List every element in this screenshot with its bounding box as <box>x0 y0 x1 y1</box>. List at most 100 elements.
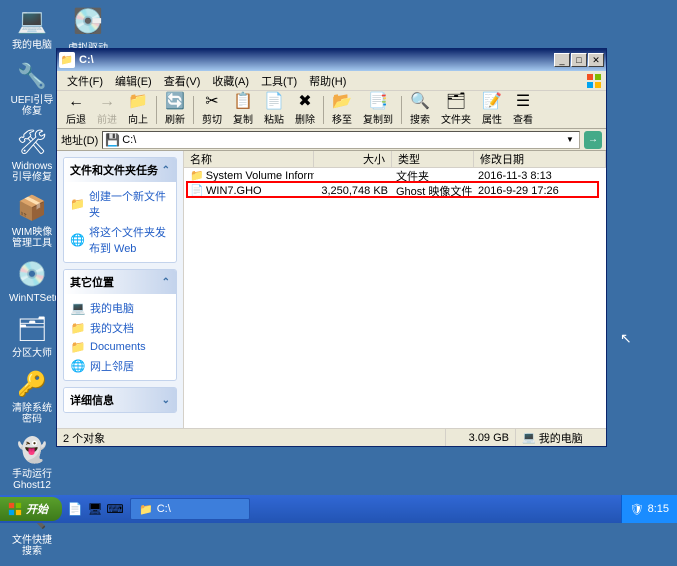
address-input[interactable] <box>122 134 563 146</box>
toolbar-icon: 📄 <box>264 93 284 111</box>
panel-header-places[interactable]: 其它位置 ⌃ <box>64 270 176 294</box>
toolbar-查看[interactable]: ☰查看 <box>508 90 538 129</box>
column-name[interactable]: 名称 <box>184 151 314 167</box>
panel-header-tasks[interactable]: 文件和文件夹任务 ⌃ <box>64 158 176 182</box>
column-headers: 名称 大小 类型 修改日期 <box>184 151 606 168</box>
link-icon: 🌐 <box>70 359 86 373</box>
folder-icon: 📁 <box>59 52 75 68</box>
start-button[interactable]: 开始 <box>0 497 62 521</box>
chevron-up-icon: ⌃ <box>162 277 170 288</box>
windows-flag-icon <box>8 502 22 516</box>
toolbar-属性[interactable]: 📝属性 <box>477 90 507 129</box>
chevron-up-icon: ⌃ <box>162 165 170 176</box>
ql-icon[interactable]: 🖥 <box>86 500 104 518</box>
mouse-cursor-icon: ↖ <box>620 330 632 347</box>
folder-icon: 📁 <box>139 503 153 516</box>
toolbar-icon: 🔄 <box>165 93 185 111</box>
windows-logo-icon <box>586 73 602 89</box>
taskbar-button-explorer[interactable]: 📁 C:\ <box>130 498 250 520</box>
column-size[interactable]: 大小 <box>314 151 392 167</box>
toolbar: ←后退→前进📁向上🔄刷新✂剪切📋复制📄粘贴✖删除📂移至📑复制到🔍搜索🗂文件夹📝属… <box>57 91 606 129</box>
app-icon: 💿 <box>16 258 48 290</box>
desktop-icon[interactable]: 💿WinNTSetup <box>8 258 56 305</box>
chevron-down-icon: ⌄ <box>162 395 170 406</box>
file-row[interactable]: 📄WIN7.GHO3,250,748 KBGhost 映像文件2016-9-29… <box>184 183 606 198</box>
address-label: 地址(D) <box>61 132 98 148</box>
ql-icon[interactable]: 📄 <box>66 500 84 518</box>
tray-icon[interactable]: 🛡 <box>630 503 644 516</box>
toolbar-icon: ☰ <box>516 93 530 111</box>
panel-link[interactable]: 📁我的文档 <box>70 318 170 338</box>
panel-link[interactable]: 📁Documents <box>70 338 170 356</box>
toolbar-icon: 📑 <box>368 93 388 111</box>
drive-icon: 💾 <box>105 133 120 147</box>
menubar: 文件(F)编辑(E)查看(V)收藏(A)工具(T)帮助(H) <box>57 71 606 91</box>
panel-link[interactable]: 📁创建一个新文件夹 <box>70 186 170 222</box>
toolbar-文件夹[interactable]: 🗂文件夹 <box>436 90 476 129</box>
panel-link[interactable]: 🌐将这个文件夹发布到 Web <box>70 222 170 258</box>
toolbar-icon: 📋 <box>233 93 253 111</box>
toolbar-删除[interactable]: ✖删除 <box>290 90 320 129</box>
toolbar-icon: 📝 <box>482 93 502 111</box>
titlebar[interactable]: 📁 C:\ _ □ ✕ <box>57 49 606 71</box>
menu-item[interactable]: 帮助(H) <box>303 71 352 91</box>
link-icon: 📁 <box>70 197 85 211</box>
toolbar-icon: ← <box>68 93 84 111</box>
system-tray[interactable]: 🛡 8:15 <box>621 495 677 523</box>
panel-link[interactable]: 💻我的电脑 <box>70 298 170 318</box>
desktop-icon[interactable]: 🛠Widnows引导修复 <box>8 126 56 184</box>
panel-header-details[interactable]: 详细信息 ⌄ <box>64 388 176 412</box>
maximize-button[interactable]: □ <box>571 53 587 67</box>
task-pane: 文件和文件夹任务 ⌃ 📁创建一个新文件夹🌐将这个文件夹发布到 Web 其它位置 … <box>57 151 184 428</box>
menu-item[interactable]: 编辑(E) <box>109 71 158 91</box>
addressbar: 地址(D) 💾 ▼ → <box>57 129 606 151</box>
column-date[interactable]: 修改日期 <box>474 151 606 167</box>
toolbar-移至[interactable]: 📂移至 <box>327 90 357 129</box>
taskbar: 开始 📄 🖥 ⌨ 📁 C:\ 🛡 8:15 <box>0 495 677 523</box>
menu-item[interactable]: 工具(T) <box>255 71 303 91</box>
panel-link[interactable]: 🌐网上邻居 <box>70 356 170 376</box>
desktop-icon[interactable]: 👻手动运行Ghost12 <box>8 434 56 492</box>
app-icon: 🔑 <box>16 368 48 400</box>
desktop-icon[interactable]: 🔧UEFI引导修复 <box>8 60 56 118</box>
toolbar-icon: ✂ <box>205 93 218 111</box>
toolbar-icon: 🔍 <box>410 93 430 111</box>
file-icon: 📁 <box>190 169 204 182</box>
desktop-icon[interactable]: 🗂分区大师 <box>8 313 56 360</box>
toolbar-搜索[interactable]: 🔍搜索 <box>405 90 435 129</box>
menu-item[interactable]: 查看(V) <box>158 71 207 91</box>
toolbar-后退[interactable]: ←后退 <box>61 90 91 129</box>
app-icon: 💻 <box>16 5 48 37</box>
window-title: C:\ <box>79 54 554 66</box>
link-icon: 🌐 <box>70 233 85 247</box>
status-location: 💻我的电脑 <box>516 429 606 446</box>
other-places-panel: 其它位置 ⌃ 💻我的电脑📁我的文档📁Documents🌐网上邻居 <box>63 269 177 381</box>
file-row[interactable]: 📁System Volume Information文件夹2016-11-3 8… <box>184 168 606 183</box>
toolbar-复制到[interactable]: 📑复制到 <box>358 90 398 129</box>
toolbar-粘贴[interactable]: 📄粘贴 <box>259 90 289 129</box>
toolbar-刷新[interactable]: 🔄刷新 <box>160 90 190 129</box>
close-button[interactable]: ✕ <box>588 53 604 67</box>
link-icon: 📁 <box>70 321 86 335</box>
app-icon: 👻 <box>16 434 48 466</box>
toolbar-icon: ✖ <box>298 93 311 111</box>
address-dropdown[interactable]: ▼ <box>563 135 577 144</box>
toolbar-剪切[interactable]: ✂剪切 <box>197 90 227 129</box>
go-button[interactable]: → <box>584 131 602 149</box>
file-tasks-panel: 文件和文件夹任务 ⌃ 📁创建一个新文件夹🌐将这个文件夹发布到 Web <box>63 157 177 263</box>
column-type[interactable]: 类型 <box>392 151 474 167</box>
ql-icon[interactable]: ⌨ <box>106 500 124 518</box>
desktop-icon[interactable]: 📦WIM映像管理工具 <box>8 192 56 250</box>
toolbar-向上[interactable]: 📁向上 <box>123 90 153 129</box>
toolbar-前进: →前进 <box>92 90 122 129</box>
minimize-button[interactable]: _ <box>554 53 570 67</box>
toolbar-icon: → <box>99 93 115 111</box>
drive-icon: 💽 <box>72 5 104 37</box>
status-count: 2 个对象 <box>57 429 446 446</box>
menu-item[interactable]: 收藏(A) <box>206 71 255 91</box>
desktop-icon[interactable]: 💻我的电脑 <box>8 5 56 52</box>
desktop-icon[interactable]: 🔑清除系统密码 <box>8 368 56 426</box>
menu-item[interactable]: 文件(F) <box>61 71 109 91</box>
file-list[interactable]: 📁System Volume Information文件夹2016-11-3 8… <box>184 168 606 428</box>
toolbar-复制[interactable]: 📋复制 <box>228 90 258 129</box>
